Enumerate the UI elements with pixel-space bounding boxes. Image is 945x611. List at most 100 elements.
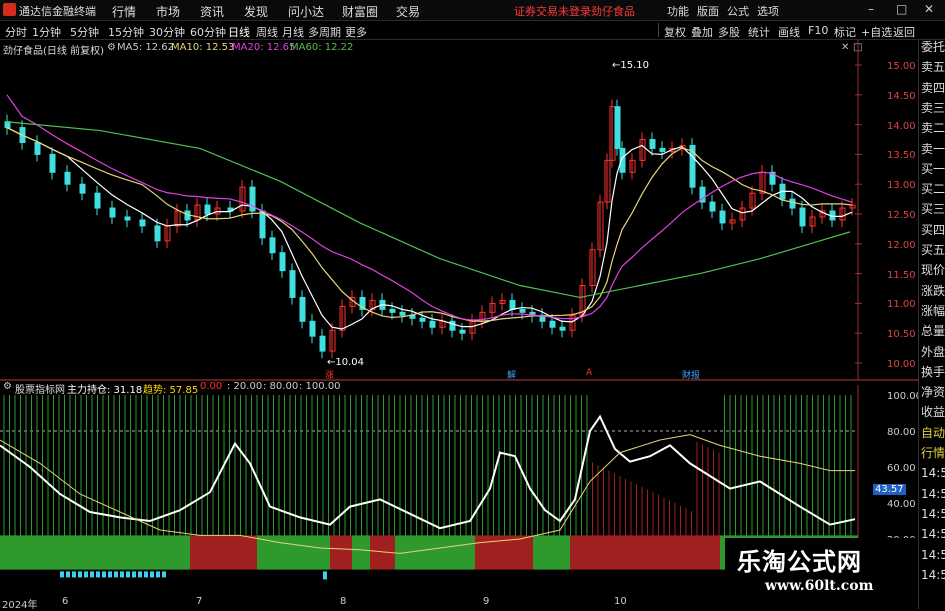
menu-options[interactable]: 选项 bbox=[757, 3, 779, 19]
tool-back[interactable]: 返回 bbox=[893, 24, 915, 40]
side-panel-item[interactable]: 委托 bbox=[921, 37, 945, 57]
price-chart[interactable] bbox=[0, 40, 918, 595]
indicator-name: 股票指标网 bbox=[15, 385, 65, 396]
side-panel-item[interactable]: 卖一 bbox=[921, 139, 945, 159]
indicator-settings-icon[interactable]: ⚙ bbox=[3, 381, 12, 392]
tool-stats[interactable]: 统计 bbox=[748, 24, 770, 40]
price-tick: 14.00 bbox=[887, 120, 916, 132]
menu-wealth[interactable]: 财富圈 bbox=[342, 3, 378, 20]
period-5min[interactable]: 5分钟 bbox=[70, 24, 99, 40]
side-panel-item[interactable]: 卖四 bbox=[921, 78, 945, 98]
login-status[interactable]: 证券交易未登录 bbox=[514, 3, 591, 19]
side-panel-item[interactable]: 卖三 bbox=[921, 98, 945, 118]
side-panel-item[interactable]: 自动 bbox=[921, 423, 945, 443]
candle-body bbox=[109, 207, 116, 218]
tool-adjust[interactable]: 复权 bbox=[664, 24, 686, 40]
maximize-button[interactable]: □ bbox=[896, 2, 907, 16]
period-weekly[interactable]: 周线 bbox=[256, 24, 278, 40]
signal-marker bbox=[96, 571, 100, 578]
signal-marker bbox=[72, 571, 76, 578]
side-panel-item[interactable]: 14:50 bbox=[921, 545, 945, 565]
menu-layout[interactable]: 版面 bbox=[697, 3, 719, 19]
side-panel-item[interactable]: 买五 bbox=[921, 240, 945, 260]
candle-body bbox=[94, 192, 101, 209]
side-panel-item[interactable]: 总量 bbox=[921, 321, 945, 341]
menu-news[interactable]: 资讯 bbox=[200, 3, 224, 20]
event-tag-report[interactable]: 财报 bbox=[680, 368, 702, 381]
side-panel-item[interactable]: 14:50 bbox=[921, 463, 945, 483]
indicator-tick: 100.00 bbox=[887, 391, 922, 402]
candle-body bbox=[789, 198, 796, 209]
side-panel-item[interactable]: 卖二 bbox=[921, 118, 945, 138]
side-panel-item[interactable]: 14:50 bbox=[921, 565, 945, 585]
tool-mark[interactable]: 标记 bbox=[834, 24, 856, 40]
side-panel-item[interactable]: 买三 bbox=[921, 199, 945, 219]
quote-side-panel: 委托 卖五 卖四 卖三 卖二 卖一 买一 买二 买三 买四 买五 现价 涨跌 涨幅 总量 外盘 换手 净资 收益 自动… bbox=[918, 40, 945, 609]
low-price-value: 10.04 bbox=[335, 357, 365, 368]
candle-body bbox=[309, 320, 316, 337]
menu-function[interactable]: 功能 bbox=[667, 3, 689, 19]
signal-marker bbox=[323, 571, 327, 580]
menu-market[interactable]: 市场 bbox=[156, 3, 180, 20]
candle-body bbox=[289, 270, 296, 298]
period-1min[interactable]: 1分钟 bbox=[32, 24, 61, 40]
side-panel-item[interactable]: 涨跌 bbox=[921, 281, 945, 301]
level-80-value: : 80.00 bbox=[263, 381, 299, 392]
side-panel-item[interactable]: 净资 bbox=[921, 382, 945, 402]
date-month-9: 9 bbox=[483, 596, 490, 607]
event-tag-limit-up[interactable]: 涨 bbox=[323, 368, 336, 381]
period-15min[interactable]: 15分钟 bbox=[108, 24, 144, 40]
side-panel-item[interactable]: 买一 bbox=[921, 159, 945, 179]
period-toolbar: 分时 1分钟 5分钟 15分钟 30分钟 60分钟 日线 周线 月线 多周期 更… bbox=[0, 21, 945, 40]
candlestick-series bbox=[4, 99, 856, 359]
side-panel-item[interactable]: 现价 bbox=[921, 260, 945, 280]
side-panel-item[interactable]: 买二 bbox=[921, 179, 945, 199]
period-30min[interactable]: 30分钟 bbox=[149, 24, 185, 40]
candle-body bbox=[649, 139, 656, 149]
period-daily[interactable]: 日线 bbox=[228, 24, 250, 40]
minimize-button[interactable]: – bbox=[868, 2, 874, 16]
side-panel-item[interactable]: 14:50 bbox=[921, 484, 945, 504]
tool-draw[interactable]: 画线 bbox=[778, 24, 800, 40]
signal-marker bbox=[60, 571, 64, 578]
side-panel-item[interactable]: 外盘 bbox=[921, 342, 945, 362]
menu-ask[interactable]: 问小达 bbox=[288, 3, 324, 20]
side-panel-item[interactable]: 14:50 bbox=[921, 504, 945, 524]
side-panel-item[interactable]: 收益 bbox=[921, 402, 945, 422]
signal-marker bbox=[150, 571, 154, 578]
menu-formula[interactable]: 公式 bbox=[727, 3, 749, 19]
candle-body bbox=[719, 210, 726, 224]
watermark-title: 乐淘公式网 bbox=[737, 548, 862, 576]
period-monthly[interactable]: 月线 bbox=[282, 24, 304, 40]
menu-trade[interactable]: 交易 bbox=[396, 3, 420, 20]
main-position-value: 主力持仓: 31.18 bbox=[67, 385, 143, 396]
period-multi[interactable]: 多周期 bbox=[308, 24, 341, 40]
side-panel-item[interactable]: 买四 bbox=[921, 220, 945, 240]
current-stock-name: 劲仔食品 bbox=[591, 5, 635, 18]
close-button[interactable]: ✕ bbox=[924, 2, 934, 16]
tool-overlay[interactable]: 叠加 bbox=[691, 24, 713, 40]
trend-band bbox=[570, 535, 720, 570]
trend-band bbox=[330, 535, 352, 570]
period-60min[interactable]: 60分钟 bbox=[190, 24, 226, 40]
candle-body bbox=[269, 237, 276, 254]
side-panel-item[interactable]: 14:50 bbox=[921, 524, 945, 544]
event-tag-unlock[interactable]: 解 bbox=[505, 368, 518, 381]
side-panel-item[interactable]: 卖五 bbox=[921, 57, 945, 77]
signal-marker bbox=[138, 571, 142, 578]
menu-quotes[interactable]: 行情 bbox=[112, 3, 136, 20]
watermark: 乐淘公式网 www.60lt.com bbox=[725, 538, 915, 602]
price-tick: 13.00 bbox=[887, 180, 916, 192]
menu-discover[interactable]: 发现 bbox=[244, 3, 268, 20]
level-100-value: : 100.00 bbox=[299, 381, 341, 392]
tool-multi-stock[interactable]: 多股 bbox=[718, 24, 740, 40]
period-more[interactable]: 更多 bbox=[345, 24, 367, 40]
event-tag-a[interactable]: A bbox=[584, 368, 594, 378]
side-panel-item[interactable]: 涨幅 bbox=[921, 301, 945, 321]
period-intraday[interactable]: 分时 bbox=[5, 24, 27, 40]
side-panel-item[interactable]: 换手 bbox=[921, 362, 945, 382]
tool-add-favorite[interactable]: +自选 bbox=[861, 24, 892, 40]
side-panel-item[interactable]: 行情 bbox=[921, 443, 945, 463]
tool-f10[interactable]: F10 bbox=[808, 24, 828, 37]
signal-marker bbox=[114, 571, 118, 578]
